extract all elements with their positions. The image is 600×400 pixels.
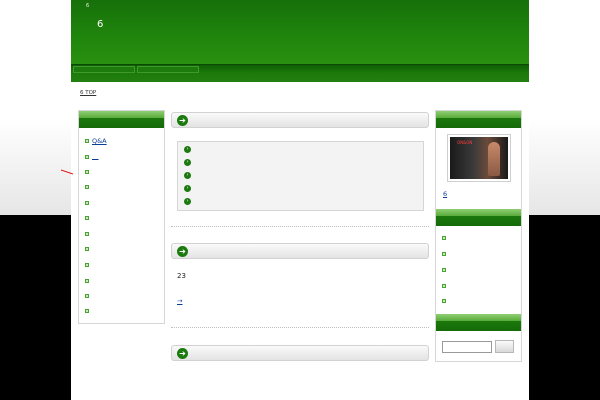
divider: [171, 226, 429, 227]
chevron-right-icon: ›: [184, 185, 191, 192]
main-section-header-2: ➔: [171, 243, 429, 259]
bullet-icon: [442, 299, 446, 303]
arrow-right-icon: ➔: [177, 246, 188, 257]
ad-photo: ON&ON: [450, 137, 508, 179]
more-link[interactable]: →: [177, 297, 198, 305]
right-sidebar-header-1: [436, 111, 521, 128]
bullet-icon: [85, 263, 89, 267]
bullet-icon: [85, 309, 89, 313]
bullet-icon: [442, 252, 446, 256]
site-title[interactable]: 6: [97, 19, 103, 30]
main-count: 23: [177, 272, 186, 280]
ad-caption-link[interactable]: 6: [443, 190, 483, 198]
bullet-icon: [85, 185, 89, 189]
sidebar-item-qa[interactable]: Q&A: [92, 137, 107, 145]
chevron-right-icon: ›: [184, 146, 191, 153]
ad-person-figure: [488, 142, 500, 176]
bullet-icon: [85, 216, 89, 220]
bullet-icon: [85, 201, 89, 205]
bullet-icon: [442, 268, 446, 272]
main-section-header-1: ➔: [171, 112, 429, 128]
global-nav: [71, 64, 529, 82]
chevron-right-icon: ›: [184, 198, 191, 205]
ad-text-1: ON&ON: [457, 140, 473, 145]
bullet-icon: [85, 247, 89, 251]
site-subtitle: 6: [86, 3, 90, 9]
bullet-icon: [85, 279, 89, 283]
right-sidebar-header-3: [436, 314, 521, 331]
bullet-icon: [442, 236, 446, 240]
bullet-icon: [85, 232, 89, 236]
sidebar-item-2[interactable]: __: [92, 152, 99, 160]
bullet-icon: [85, 155, 89, 159]
search-button[interactable]: [495, 340, 514, 353]
left-sidebar-header: [79, 111, 164, 128]
main-section-header-3: ➔: [171, 345, 429, 361]
bullet-icon: [85, 170, 89, 174]
divider: [171, 327, 429, 328]
arrow-right-icon: ➔: [177, 115, 188, 126]
search-input[interactable]: [442, 341, 492, 353]
arrow-right-icon: ➔: [177, 348, 188, 359]
right-sidebar-header-2: [436, 209, 521, 226]
breadcrumb[interactable]: 6 TOP: [80, 90, 96, 96]
ad-accent-line: [61, 169, 73, 175]
ad-banner-image[interactable]: ON&ON: [447, 134, 511, 182]
chevron-right-icon: ›: [184, 172, 191, 179]
chevron-right-icon: ›: [184, 159, 191, 166]
left-sidebar: Q&A __: [78, 110, 165, 324]
bullet-icon: [85, 294, 89, 298]
bullet-icon: [442, 284, 446, 288]
site-header: 6 6: [71, 0, 529, 64]
bullet-icon: [85, 139, 89, 143]
nav-tab-2[interactable]: [137, 66, 199, 73]
nav-tab-1[interactable]: [73, 66, 135, 73]
main-info-box: › › › › ›: [177, 141, 424, 211]
